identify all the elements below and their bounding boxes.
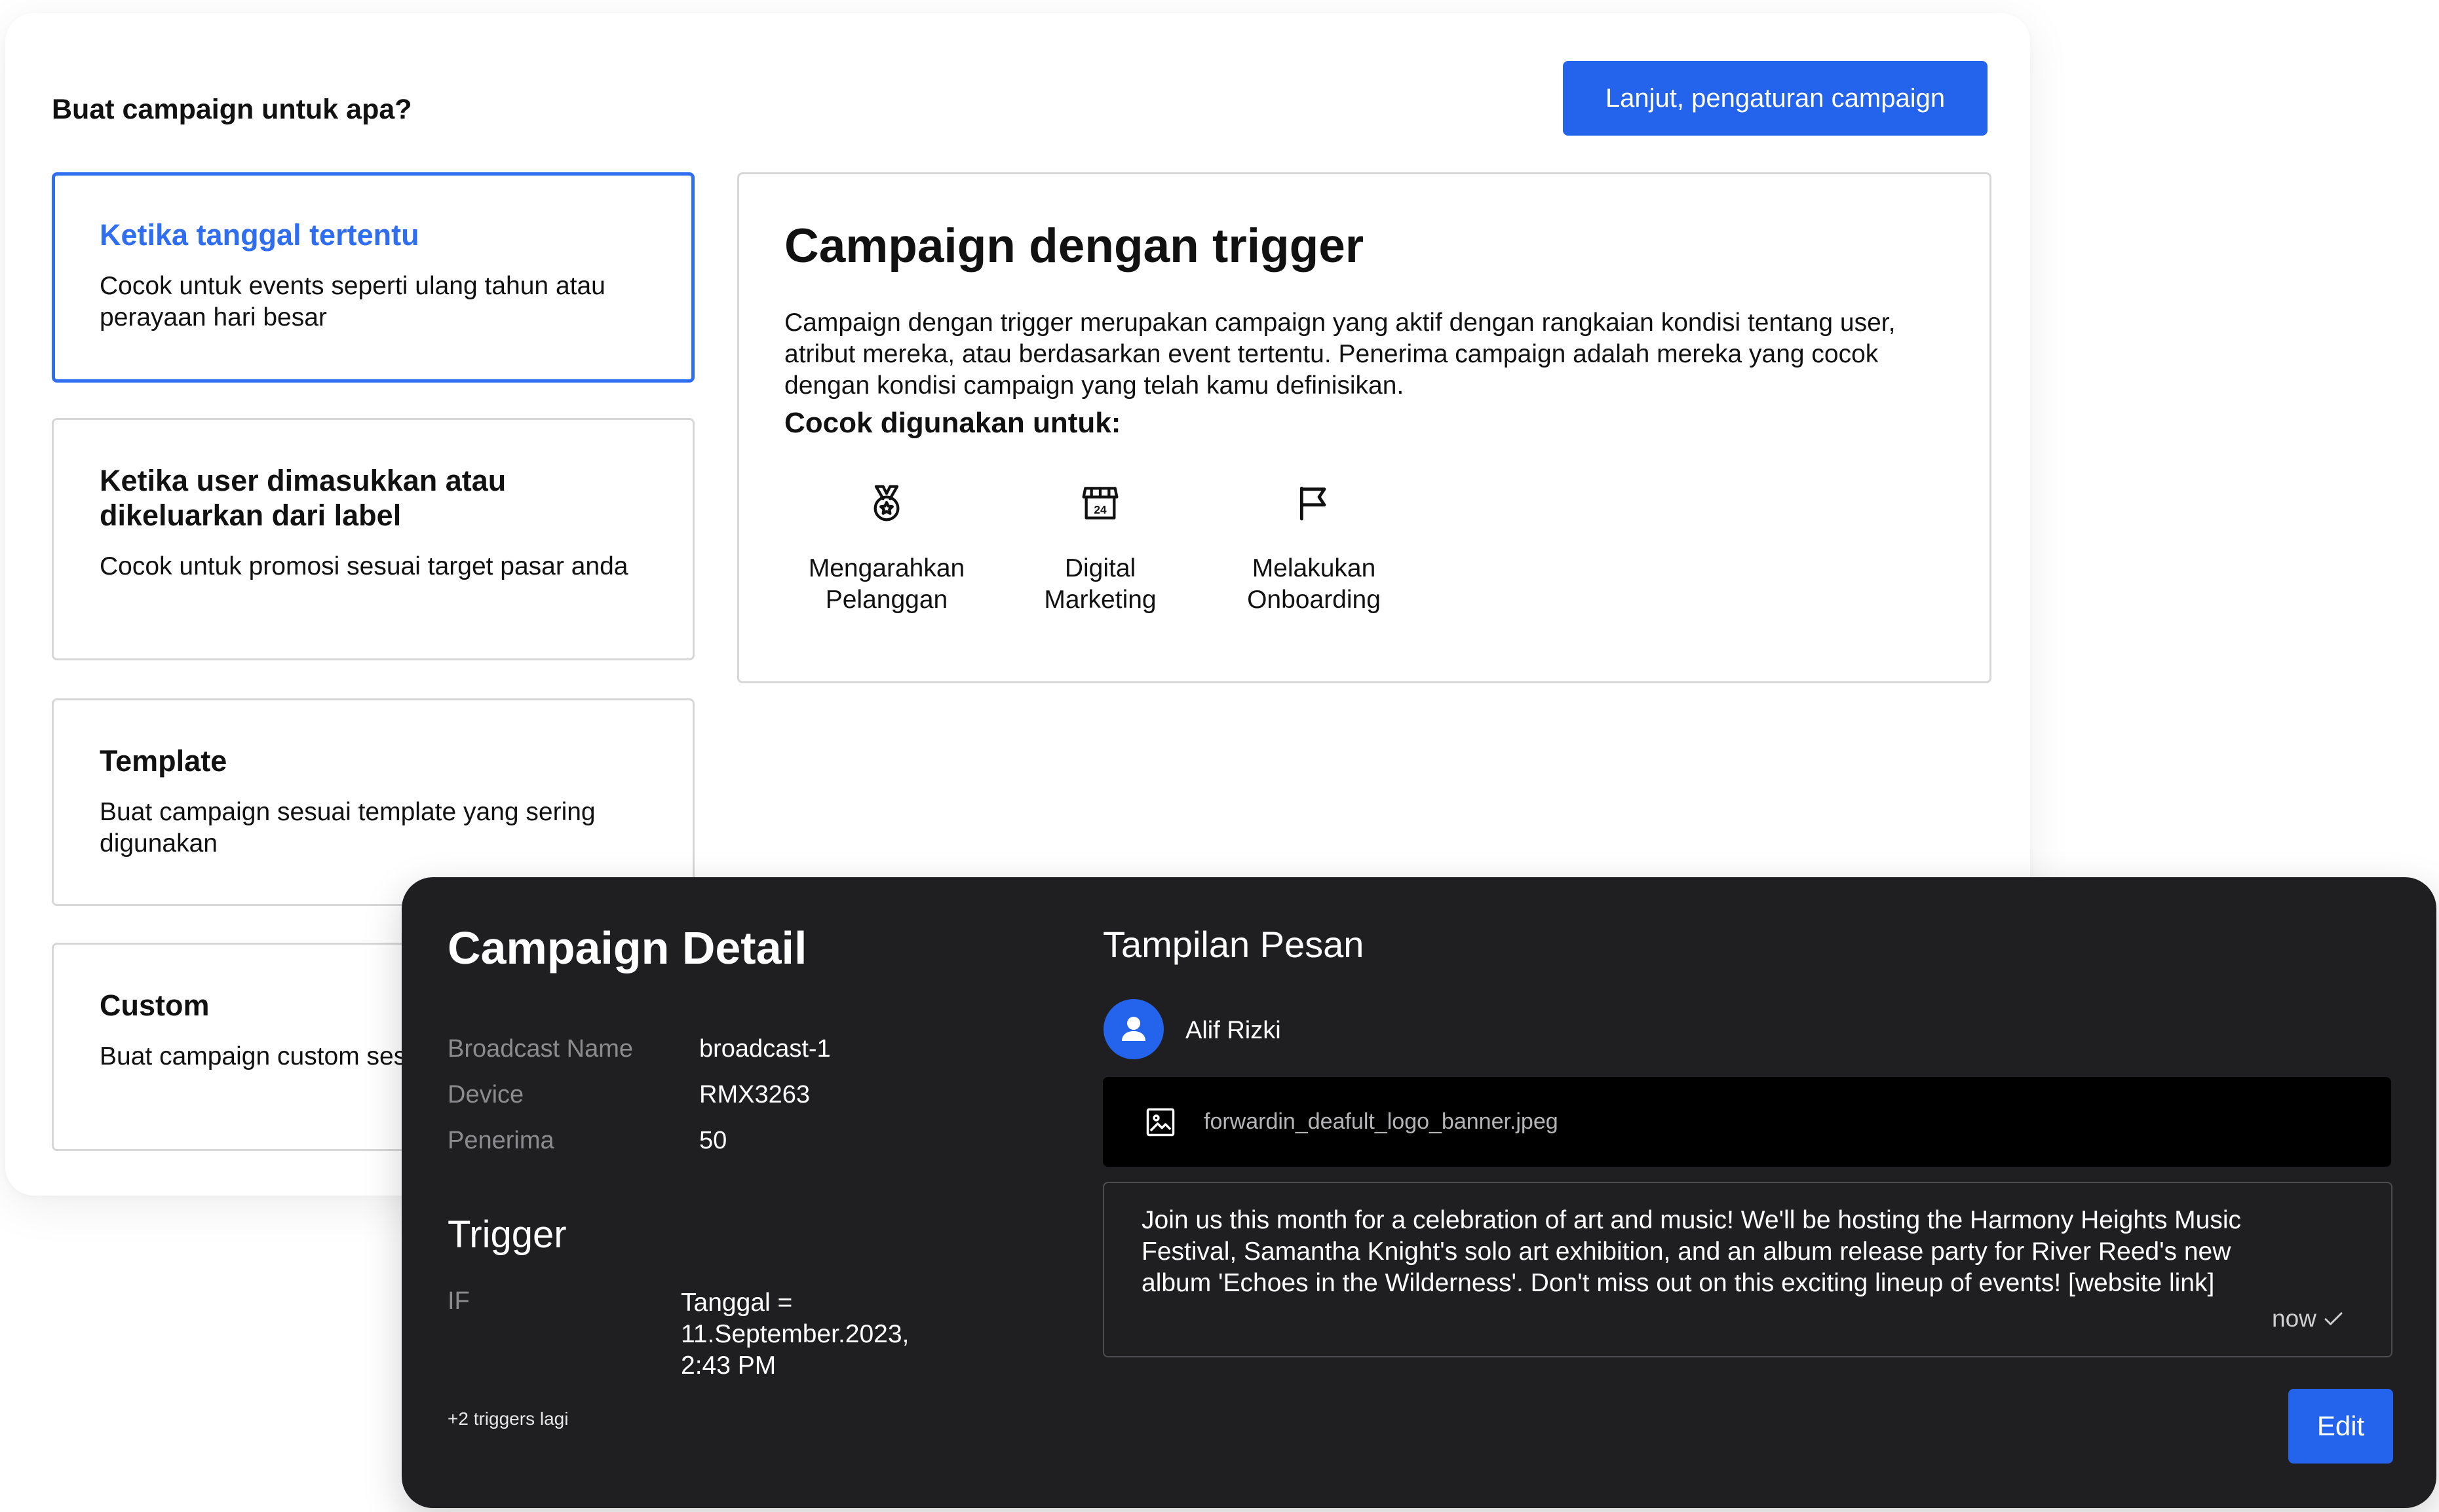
option-title: Ketika user dimasukkan atau dikeluarkan … [100,464,507,532]
trigger-condition: IF [448,1287,470,1315]
message-bubble: Join us this month for a celebration of … [1103,1182,2392,1357]
flag-icon [1299,486,1326,521]
medal-icon [874,485,900,521]
option-label-change[interactable]: Ketika user dimasukkan atau dikeluarkan … [52,418,695,660]
trigger-value: Tanggal = 11.September.2023, 2:43 PM [681,1289,910,1380]
use-case-label: Digital Marketing [1044,554,1157,614]
store-24-icon: 24 [1082,487,1119,520]
user-icon [1122,1017,1145,1041]
page-title: Buat campaign untuk apa? [52,94,412,125]
message-text: Join us this month for a celebration of … [1142,1206,2242,1297]
edit-button[interactable]: Edit [2288,1389,2393,1464]
recipients-value: 50 [699,1127,727,1154]
message-time: now [2272,1305,2345,1332]
broadcast-name-value: broadcast-1 [699,1035,831,1063]
attachment-filename: forwardin_deafult_logo_banner.jpeg [1204,1109,1558,1134]
info-title: Campaign dengan trigger [784,219,1364,273]
attachment-preview[interactable]: forwardin_deafult_logo_banner.jpeg [1103,1077,2391,1167]
device-label: Device [448,1081,524,1108]
use-case-label: Mengarahkan Pelanggan [808,554,965,614]
option-title: Ketika tanggal tertentu [100,218,419,252]
check-icon [2324,1312,2343,1325]
avatar [1104,999,1164,1059]
use-case-item: 24 Digital Marketing [1008,482,1192,616]
use-case-label: Melakukan Onboarding [1247,554,1381,614]
info-subheading: Cocok digunakan untuk: [784,407,1121,439]
recipients-label: Penerima [448,1127,554,1154]
use-case-item: Mengarahkan Pelanggan [795,482,978,616]
message-time-text: now [2272,1305,2316,1332]
option-description: Cocok untuk promosi sesuai target pasar … [100,552,628,580]
option-description: Cocok untuk events seperti ulang tahun a… [100,272,605,331]
svg-text:24: 24 [1094,503,1107,516]
campaign-detail-card: Campaign Detail Broadcast Name broadcast… [402,877,2436,1508]
detail-title: Campaign Detail [448,922,807,973]
option-template[interactable]: Template Buat campaign sesuai template y… [52,698,695,906]
device-value: RMX3263 [699,1081,810,1108]
option-description: Buat campaign sesuai template yang serin… [100,798,596,858]
image-icon [1146,1108,1175,1136]
message-preview-heading: Tampilan Pesan [1103,924,1364,965]
more-triggers-link[interactable]: +2 triggers lagi [448,1408,568,1429]
broadcast-name-label: Broadcast Name [448,1035,634,1063]
sender-name: Alif Rizki [1185,1017,1281,1044]
option-specific-date[interactable]: Ketika tanggal tertentu Cocok untuk even… [52,172,695,383]
info-description: Campaign dengan trigger merupakan campai… [784,309,1896,400]
next-campaign-settings-button[interactable]: Lanjut, pengaturan campaign [1563,61,1988,136]
option-title: Template [100,744,227,778]
campaign-info-card: Campaign dengan trigger Campaign dengan … [737,172,1991,683]
use-case-item: Melakukan Onboarding [1222,482,1406,616]
trigger-heading: Trigger [448,1213,567,1256]
